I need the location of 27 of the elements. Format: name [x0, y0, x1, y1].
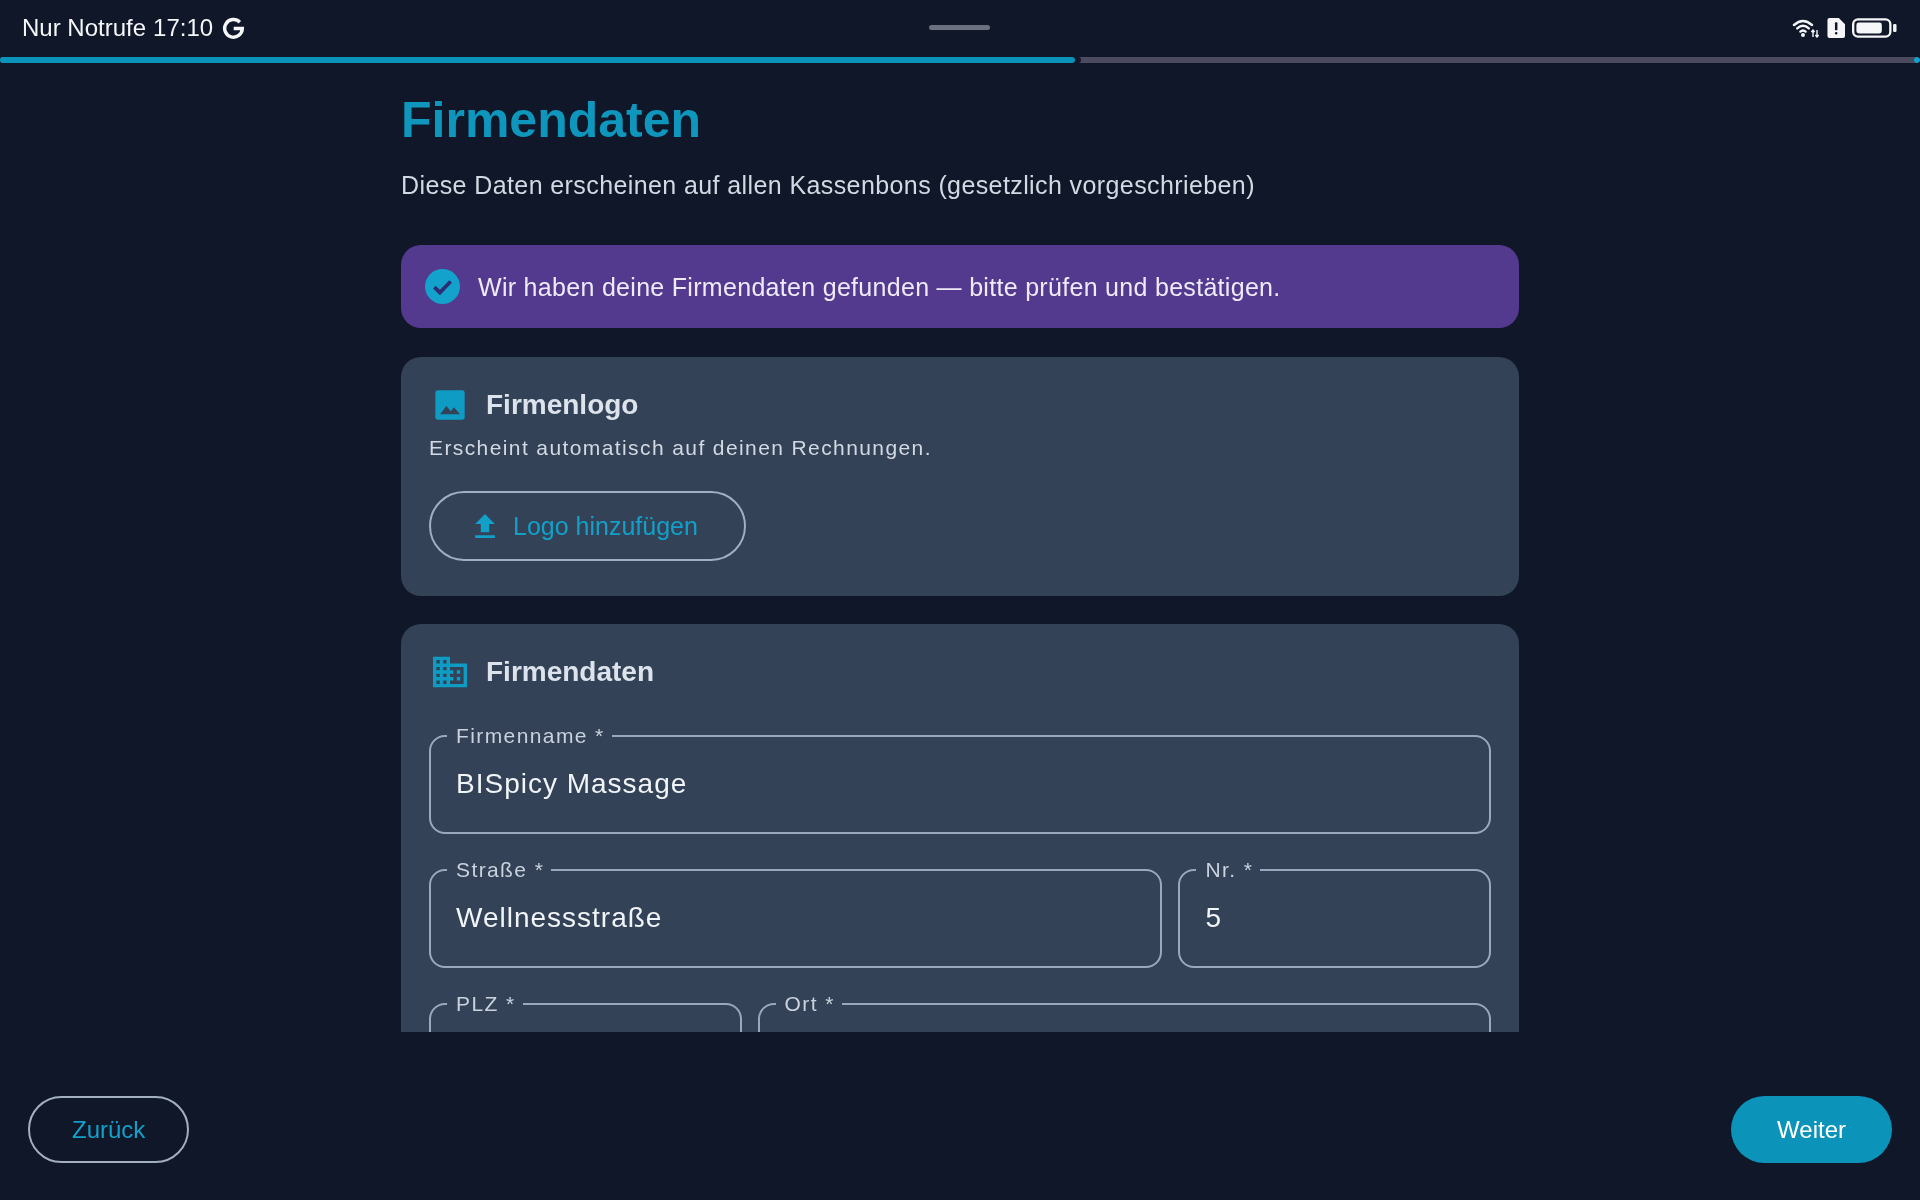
- field-value: Wellnessstraße: [456, 901, 663, 935]
- page-title: Firmendaten: [401, 91, 703, 150]
- field-value: 5: [1205, 901, 1222, 935]
- field-label: Firmenname *: [455, 724, 606, 748]
- status-text: Nur Notrufe: [22, 14, 147, 42]
- upload-icon: [475, 514, 495, 538]
- page-subtitle: Diese Daten erscheinen auf allen Kassenbons (gesetzlich vorgeschrieben): [401, 170, 1256, 201]
- field-label: Ort *: [783, 992, 836, 1016]
- sim-alert-icon: [1827, 18, 1845, 38]
- building-icon: [433, 656, 467, 688]
- card-title: Firmenlogo: [486, 388, 639, 422]
- clock-time: 17:10: [153, 14, 214, 42]
- field-label: Straße *: [455, 858, 546, 882]
- g-logo-icon: [222, 16, 246, 40]
- field-value: BISpicy Massage: [456, 767, 688, 801]
- next-button[interactable]: Weiter: [1731, 1096, 1892, 1163]
- card-description: Erscheint automatisch auf deinen Rechnungen.: [429, 435, 933, 461]
- field-label: Nr. *: [1204, 858, 1255, 882]
- wifi-icon: [1792, 18, 1820, 38]
- banner-text: Wir haben deine Firmendaten gefunden — bitte prüfen und bestätigen.: [478, 271, 1281, 302]
- check-circle-icon: [425, 269, 460, 304]
- card-title: Firmendaten: [486, 655, 655, 689]
- drag-handle[interactable]: [929, 24, 990, 30]
- back-button[interactable]: Zurück: [28, 1096, 190, 1163]
- field-label: PLZ *: [455, 992, 517, 1016]
- battery-icon: [1852, 18, 1897, 38]
- image-icon: [433, 389, 467, 421]
